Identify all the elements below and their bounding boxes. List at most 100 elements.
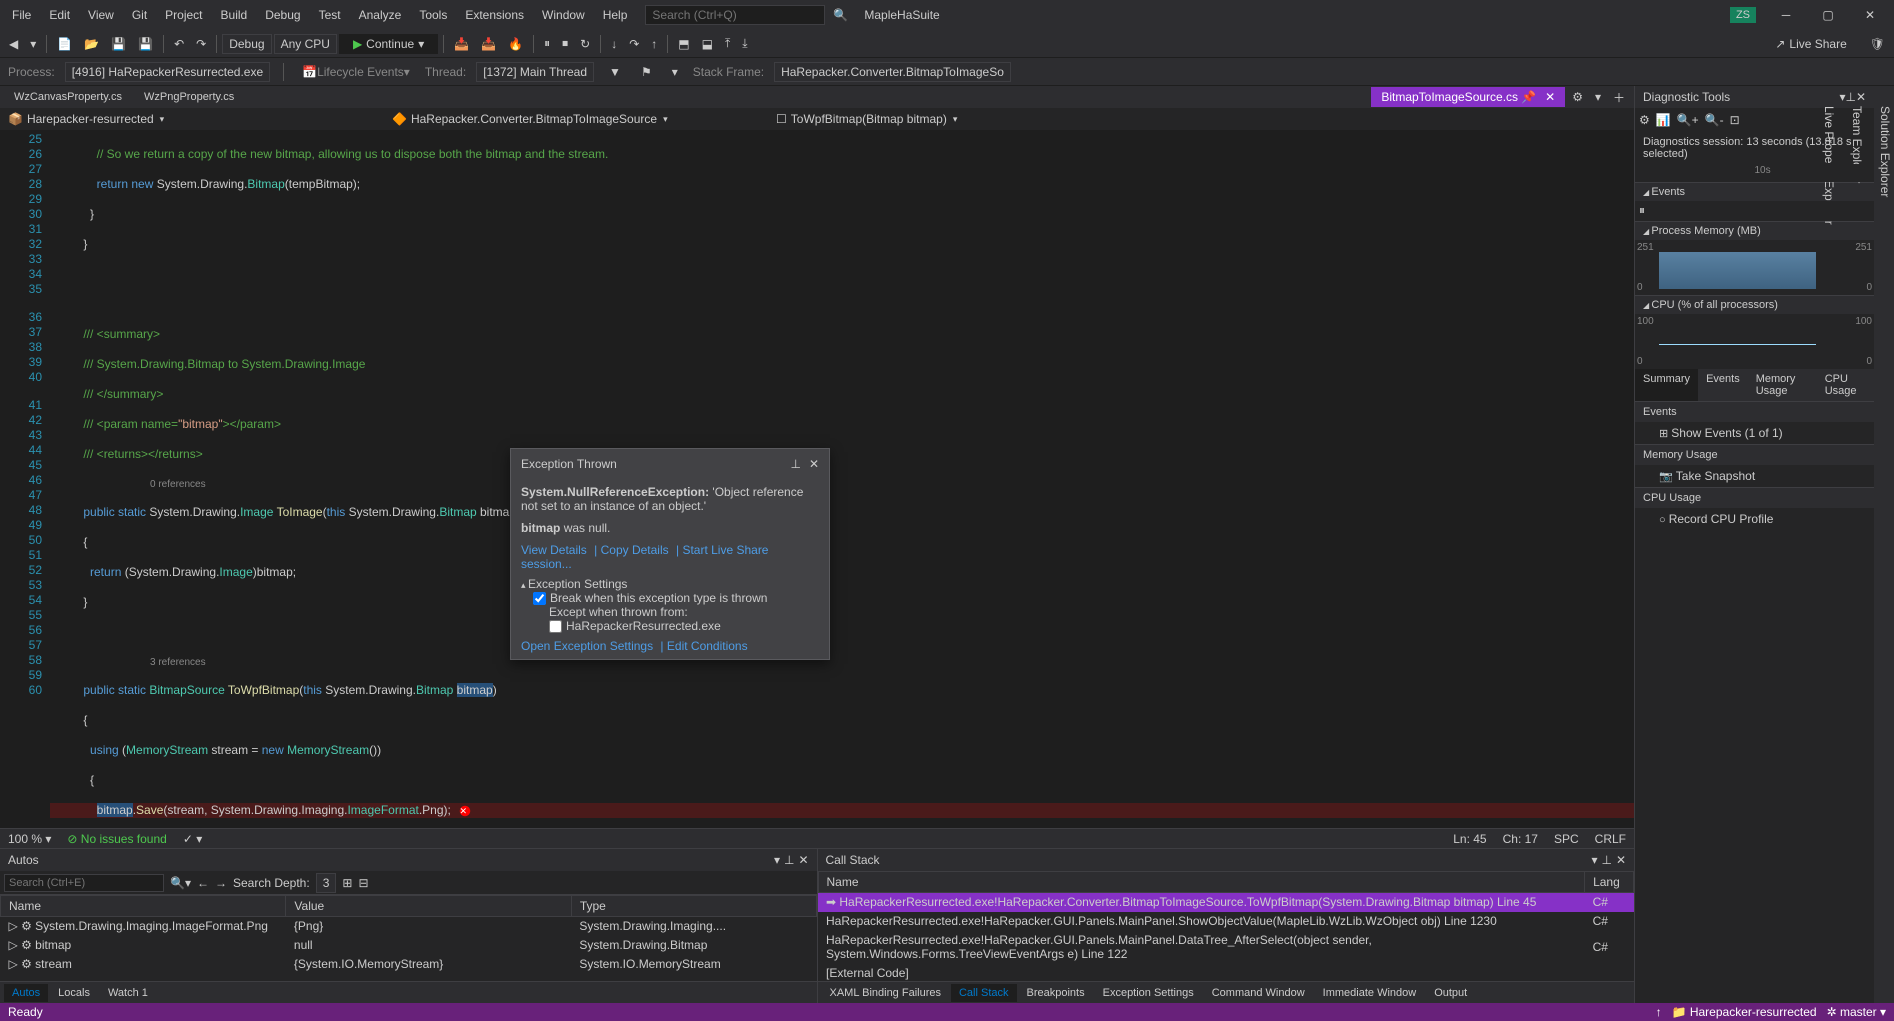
diag-tab-events[interactable]: Events <box>1698 369 1748 401</box>
view-details-link[interactable]: View Details <box>521 543 587 557</box>
new-icon[interactable]: 📄 <box>52 34 77 54</box>
step-over-icon[interactable]: ↷ <box>624 34 644 54</box>
zoom-in-icon[interactable]: 🔍+ <box>1677 113 1699 127</box>
menu-git[interactable]: Git <box>124 4 155 26</box>
tab-wzcanvas[interactable]: WzCanvasProperty.cs <box>4 88 132 106</box>
menu-view[interactable]: View <box>80 4 122 26</box>
pin-icon[interactable]: 📌 <box>1521 90 1536 104</box>
close-icon[interactable]: ✕ <box>1616 853 1626 867</box>
cpu-header[interactable]: CPU (% of all processors) <box>1635 296 1874 314</box>
exception-settings-toggle[interactable]: Exception Settings <box>521 577 819 591</box>
tab-breakpoints[interactable]: Breakpoints <box>1019 984 1093 1002</box>
close-button[interactable]: ✕ <box>1850 1 1890 29</box>
nav-back-icon[interactable]: ← <box>197 876 209 890</box>
callstack-row[interactable]: HaRepackerResurrected.exe!HaRepacker.GUI… <box>818 931 1634 964</box>
memory-chart[interactable] <box>1659 252 1816 289</box>
tab-add-icon[interactable]: ＋ <box>1608 86 1630 109</box>
dropdown-icon[interactable]: ▾ <box>774 853 780 867</box>
threads-icon[interactable]: ▾ <box>667 62 683 82</box>
menu-tools[interactable]: Tools <box>411 4 455 26</box>
autos-row[interactable]: ▷ ⚙ stream{System.IO.MemoryStream}System… <box>1 955 817 974</box>
redo-icon[interactable]: ↷ <box>191 34 211 54</box>
tab-immediate-window[interactable]: Immediate Window <box>1315 984 1425 1002</box>
lifecycle-events[interactable]: 📅 Lifecycle Events ▾ <box>297 62 415 82</box>
continue-button[interactable]: ▶Continue ▾ <box>339 34 438 54</box>
menu-analyze[interactable]: Analyze <box>351 4 410 26</box>
breadcrumb-project[interactable]: 📦 Harepacker-resurrected <box>8 112 388 126</box>
menu-test[interactable]: Test <box>311 4 349 26</box>
thread-dropdown[interactable]: [1372] Main Thread <box>476 62 594 82</box>
step-into-icon[interactable]: ↓ <box>606 34 622 54</box>
pause-icon[interactable]: ⏸ <box>539 33 555 54</box>
stack-frame-dropdown[interactable]: HaRepacker.Converter.BitmapToImageSo <box>774 62 1011 82</box>
search-icon[interactable]: 🔍▾ <box>170 876 191 890</box>
sidebar-tab-solution-explorer[interactable]: Solution Explorer <box>1876 96 1894 1003</box>
nav-fwd-icon[interactable]: ▾ <box>25 34 41 54</box>
open-settings-link[interactable]: Open Exception Settings <box>521 639 653 653</box>
debug-icon-10[interactable]: ⤓ <box>737 33 752 54</box>
tab-watch-1[interactable]: Watch 1 <box>100 984 156 1002</box>
admin-icon[interactable]: 🛡 <box>1865 34 1890 54</box>
take-snapshot-link[interactable]: 📷 Take Snapshot <box>1635 465 1874 487</box>
callstack-row[interactable]: [External Code] <box>818 964 1634 982</box>
tab-exception-settings[interactable]: Exception Settings <box>1095 984 1202 1002</box>
platform-dropdown[interactable]: Any CPU <box>274 34 337 54</box>
nav-icon[interactable]: ✓ ▾ <box>183 832 202 846</box>
issues-status[interactable]: ⊘ No issues found <box>67 832 166 846</box>
filter-icon[interactable]: ▼ <box>604 62 626 82</box>
open-icon[interactable]: 📂 <box>79 34 104 54</box>
dropdown-icon[interactable]: ▾ <box>1591 853 1597 867</box>
add-source-control-icon[interactable]: ↑ <box>1656 1005 1662 1019</box>
callstack-row[interactable]: ➡ HaRepackerResurrected.exe!HaRepacker.C… <box>818 893 1634 912</box>
zoom-level[interactable]: 100 % ▾ <box>8 832 51 846</box>
close-icon[interactable]: ✕ <box>798 853 808 867</box>
liveshare-button[interactable]: ↗ Live Share <box>1767 34 1854 54</box>
tab-call-stack[interactable]: Call Stack <box>951 984 1017 1002</box>
events-header[interactable]: Events <box>1635 183 1874 201</box>
tab-dropdown-icon[interactable]: ▾ <box>1590 87 1606 107</box>
debug-icon-2[interactable]: 📥 <box>476 34 501 54</box>
user-badge[interactable]: ZS <box>1730 7 1756 23</box>
toolbar-icon[interactable]: ⊞ <box>342 876 352 890</box>
menu-window[interactable]: Window <box>534 4 593 26</box>
close-tab-icon[interactable]: ✕ <box>1545 90 1555 104</box>
debug-icon-8[interactable]: ⬓ <box>697 34 718 54</box>
memory-header[interactable]: Process Memory (MB) <box>1635 222 1874 240</box>
code-editor[interactable]: 2526272829303132333435363738394041424344… <box>0 130 1634 828</box>
reset-zoom-icon[interactable]: ⊡ <box>1730 113 1740 127</box>
process-dropdown[interactable]: [4916] HaRepackerResurrected.exe <box>65 62 270 82</box>
menu-build[interactable]: Build <box>213 4 256 26</box>
minimize-button[interactable]: ─ <box>1766 1 1806 29</box>
save-all-icon[interactable]: 💾 <box>133 34 158 54</box>
tab-active[interactable]: BitmapToImageSource.cs 📌 ✕ <box>1371 87 1565 107</box>
stop-icon[interactable]: ⏹ <box>557 33 573 54</box>
pin-icon[interactable]: ⊥ <box>784 853 794 867</box>
autos-search[interactable] <box>4 874 164 892</box>
diag-tab-memory-usage[interactable]: Memory Usage <box>1748 369 1817 401</box>
code-content[interactable]: // So we return a copy of the new bitmap… <box>50 130 1634 828</box>
edit-conditions-link[interactable]: Edit Conditions <box>667 639 748 653</box>
sidebar-tab-team-explorer[interactable]: Team Explorer <box>1848 96 1866 1003</box>
tab-wzpng[interactable]: WzPngProperty.cs <box>134 88 244 106</box>
callstack-row[interactable]: HaRepackerResurrected.exe!HaRepacker.GUI… <box>818 912 1634 931</box>
restart-icon[interactable]: ↻ <box>575 34 595 54</box>
pin-icon[interactable]: ⊥ <box>790 457 800 471</box>
tab-locals[interactable]: Locals <box>50 984 98 1002</box>
menu-edit[interactable]: Edit <box>41 4 78 26</box>
debug-icon-1[interactable]: 📥 <box>449 34 474 54</box>
menu-help[interactable]: Help <box>595 4 636 26</box>
diag-timeline[interactable]: 10s <box>1635 164 1874 182</box>
tab-options-icon[interactable]: ⚙ <box>1567 87 1588 107</box>
flag-icon[interactable]: ⚑ <box>636 62 657 82</box>
menu-file[interactable]: File <box>4 4 39 26</box>
debug-icon-9[interactable]: ⤒ <box>720 33 735 54</box>
nav-back-icon[interactable]: ◀ <box>4 34 23 54</box>
config-dropdown[interactable]: Debug <box>222 34 271 54</box>
select-tools-icon[interactable]: 📊 <box>1656 113 1671 127</box>
search-input[interactable] <box>645 5 825 25</box>
menu-extensions[interactable]: Extensions <box>457 4 532 26</box>
toolbar-icon[interactable]: ⊟ <box>358 876 368 890</box>
close-icon[interactable]: ✕ <box>809 457 819 471</box>
status-branch[interactable]: master <box>1840 1005 1877 1019</box>
zoom-out-icon[interactable]: 🔍- <box>1705 113 1724 127</box>
